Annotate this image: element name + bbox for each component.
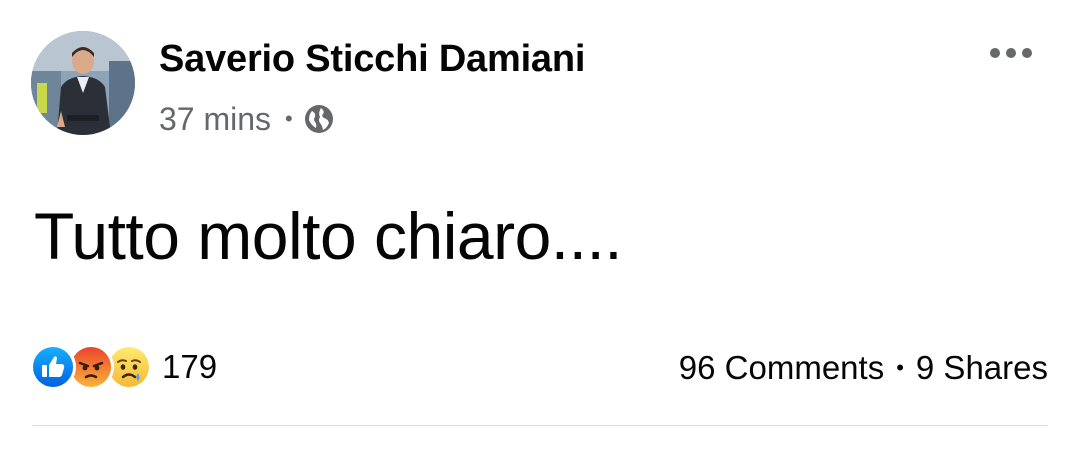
comments-count-link[interactable]: 96 Comments [679,349,884,387]
engagement-stats: 96 Comments • 9 Shares [679,348,1048,388]
globe-icon[interactable] [303,103,335,135]
post-meta: 37 mins • [159,99,335,139]
post-text: Tutto molto chiaro.... [34,199,623,273]
more-options-button[interactable] [983,36,1039,70]
shares-count-link[interactable]: 9 Shares [916,349,1048,387]
more-options-icon [990,48,1032,58]
meta-separator: • [285,106,293,131]
reaction-count: 179 [162,348,218,385]
author-avatar[interactable] [31,31,135,135]
like-reaction-icon [30,344,76,390]
footer-divider [32,425,1048,426]
post-card: Saverio Sticchi Damiani 37 mins • Tutto … [0,0,1080,449]
reactions-summary[interactable]: 179 [30,344,217,390]
post-timestamp[interactable]: 37 mins [159,101,271,138]
stats-separator: • [896,355,904,380]
author-name[interactable]: Saverio Sticchi Damiani [159,38,585,81]
